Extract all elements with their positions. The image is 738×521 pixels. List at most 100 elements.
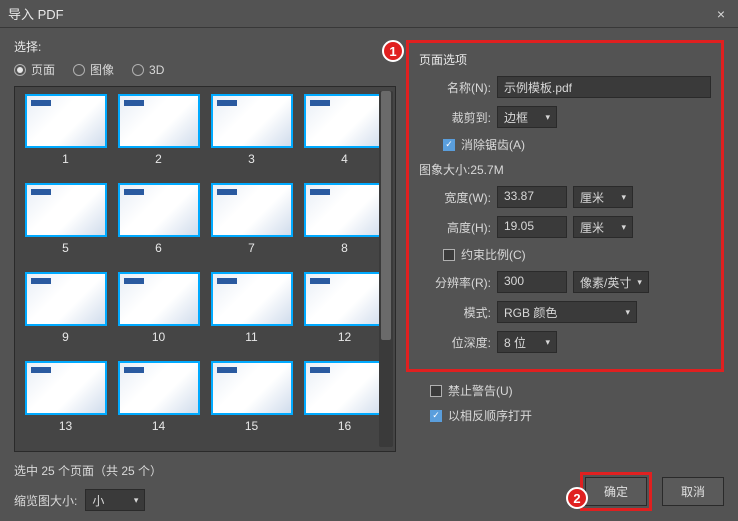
cropto-label: 裁剪到: <box>419 109 491 126</box>
thumbnail-cell[interactable]: 15 <box>205 358 298 447</box>
chevron-down-icon: ▾ <box>637 277 642 288</box>
page-options-title: 页面选项 <box>419 51 711 68</box>
annotation-marker-2: 2 <box>566 487 588 509</box>
radio-dot-icon <box>73 64 85 76</box>
radio-3d-label: 3D <box>149 63 164 77</box>
thumbnail <box>25 183 107 237</box>
thumbnail-number: 2 <box>155 152 162 166</box>
radio-3d[interactable]: 3D <box>132 63 164 77</box>
cancel-button[interactable]: 取消 <box>662 477 724 506</box>
resolution-field[interactable]: 300 <box>497 271 567 293</box>
thumbnail-cell[interactable]: 3 <box>205 91 298 180</box>
chevron-down-icon: ▾ <box>545 112 550 123</box>
thumbnails-container: 12345678910111213141516 <box>14 86 396 452</box>
radio-page[interactable]: 页面 <box>14 61 55 78</box>
thumbnail-cell[interactable]: 16 <box>298 358 391 447</box>
right-panel: 页面选项 名称(N): 示例模板.pdf 裁剪到: 边框▾ 消除锯齿(A) 图象… <box>400 28 738 521</box>
thumbnail-number: 15 <box>245 419 258 433</box>
image-size-title: 图象大小:25.7M <box>419 161 711 178</box>
cropto-select[interactable]: 边框▾ <box>497 106 557 128</box>
select-label: 选择: <box>14 38 396 55</box>
suppress-checkbox[interactable] <box>430 385 442 397</box>
thumbnail-cell[interactable]: 13 <box>19 358 112 447</box>
width-field[interactable]: 33.87 <box>497 186 567 208</box>
bitdepth-label: 位深度: <box>419 334 491 351</box>
thumbnail <box>211 272 293 326</box>
thumbnail-number: 16 <box>338 419 351 433</box>
mode-label: 模式: <box>419 304 491 321</box>
thumbnail-cell[interactable]: 4 <box>298 91 391 180</box>
thumbnail <box>118 94 200 148</box>
thumbnail <box>25 272 107 326</box>
thumbnail <box>304 361 386 415</box>
thumbnail-number: 6 <box>155 241 162 255</box>
thumbnail-number: 10 <box>152 330 165 344</box>
thumbnail-number: 9 <box>62 330 69 344</box>
scrollbar[interactable] <box>379 91 393 447</box>
width-unit-select[interactable]: 厘米▾ <box>573 186 633 208</box>
constrain-label: 约束比例(C) <box>461 246 526 263</box>
chevron-down-icon: ▾ <box>621 192 626 203</box>
radio-image-label: 图像 <box>90 61 114 78</box>
thumbnail-number: 13 <box>59 419 72 433</box>
bitdepth-select[interactable]: 8 位▾ <box>497 331 557 353</box>
thumbnail-cell[interactable]: 12 <box>298 269 391 358</box>
thumbnail-cell[interactable]: 8 <box>298 180 391 269</box>
thumbnail-number: 4 <box>341 152 348 166</box>
scrollbar-thumb[interactable] <box>381 91 391 340</box>
antialias-checkbox[interactable] <box>443 139 455 151</box>
height-label: 高度(H): <box>419 219 491 236</box>
height-unit-select[interactable]: 厘米▾ <box>573 216 633 238</box>
constrain-checkbox[interactable] <box>443 249 455 261</box>
close-icon[interactable]: × <box>712 5 730 23</box>
radio-dot-icon <box>132 64 144 76</box>
thumbnail <box>118 183 200 237</box>
thumbnail-cell[interactable]: 9 <box>19 269 112 358</box>
selection-status: 选中 25 个页面（共 25 个） <box>14 462 396 479</box>
height-field[interactable]: 19.05 <box>497 216 567 238</box>
thumbnail-number: 11 <box>245 330 257 344</box>
antialias-label: 消除锯齿(A) <box>461 136 525 153</box>
chevron-down-icon: ▾ <box>621 222 626 233</box>
thumbnail-number: 14 <box>152 419 165 433</box>
thumbnail-cell[interactable]: 2 <box>112 91 205 180</box>
radio-dot-icon <box>14 64 26 76</box>
thumbnail <box>211 94 293 148</box>
select-radios: 页面 图像 3D <box>14 61 396 78</box>
thumbnail-cell[interactable]: 7 <box>205 180 298 269</box>
chevron-down-icon: ▾ <box>134 495 139 506</box>
thumbnail-cell[interactable]: 10 <box>112 269 205 358</box>
resolution-label: 分辨率(R): <box>419 274 491 291</box>
width-label: 宽度(W): <box>419 189 491 206</box>
thumbnail <box>25 94 107 148</box>
ok-button[interactable]: 确定 <box>585 477 647 506</box>
thumbnail-number: 3 <box>248 152 255 166</box>
name-label: 名称(N): <box>419 79 491 96</box>
thumbnail-cell[interactable]: 1 <box>19 91 112 180</box>
thumbnail <box>118 361 200 415</box>
chevron-down-icon: ▾ <box>625 307 630 318</box>
thumbnail <box>118 272 200 326</box>
chevron-down-icon: ▾ <box>545 337 550 348</box>
suppress-label: 禁止警告(U) <box>448 382 513 399</box>
thumbnail-cell[interactable]: 11 <box>205 269 298 358</box>
thumbnail-number: 12 <box>338 330 351 344</box>
titlebar: 导入 PDF × <box>0 0 738 28</box>
thumbnail <box>211 183 293 237</box>
resolution-unit-select[interactable]: 像素/英寸▾ <box>573 271 649 293</box>
thumbnail-number: 5 <box>62 241 69 255</box>
dialog-buttons: 确定 取消 <box>580 472 724 511</box>
thumbnail-number: 7 <box>248 241 255 255</box>
thumbnail-cell[interactable]: 5 <box>19 180 112 269</box>
preview-size-select[interactable]: 小▾ <box>85 489 145 511</box>
thumbnail-cell[interactable]: 14 <box>112 358 205 447</box>
thumbnail-cell[interactable]: 6 <box>112 180 205 269</box>
preview-size-label: 缩览图大小: <box>14 492 77 509</box>
radio-image[interactable]: 图像 <box>73 61 114 78</box>
window-title: 导入 PDF <box>8 4 712 23</box>
reverse-checkbox[interactable] <box>430 410 442 422</box>
thumbnails-grid[interactable]: 12345678910111213141516 <box>15 87 395 451</box>
mode-select[interactable]: RGB 颜色▾ <box>497 301 637 323</box>
annotation-marker-1: 1 <box>382 40 404 62</box>
name-field[interactable]: 示例模板.pdf <box>497 76 711 98</box>
